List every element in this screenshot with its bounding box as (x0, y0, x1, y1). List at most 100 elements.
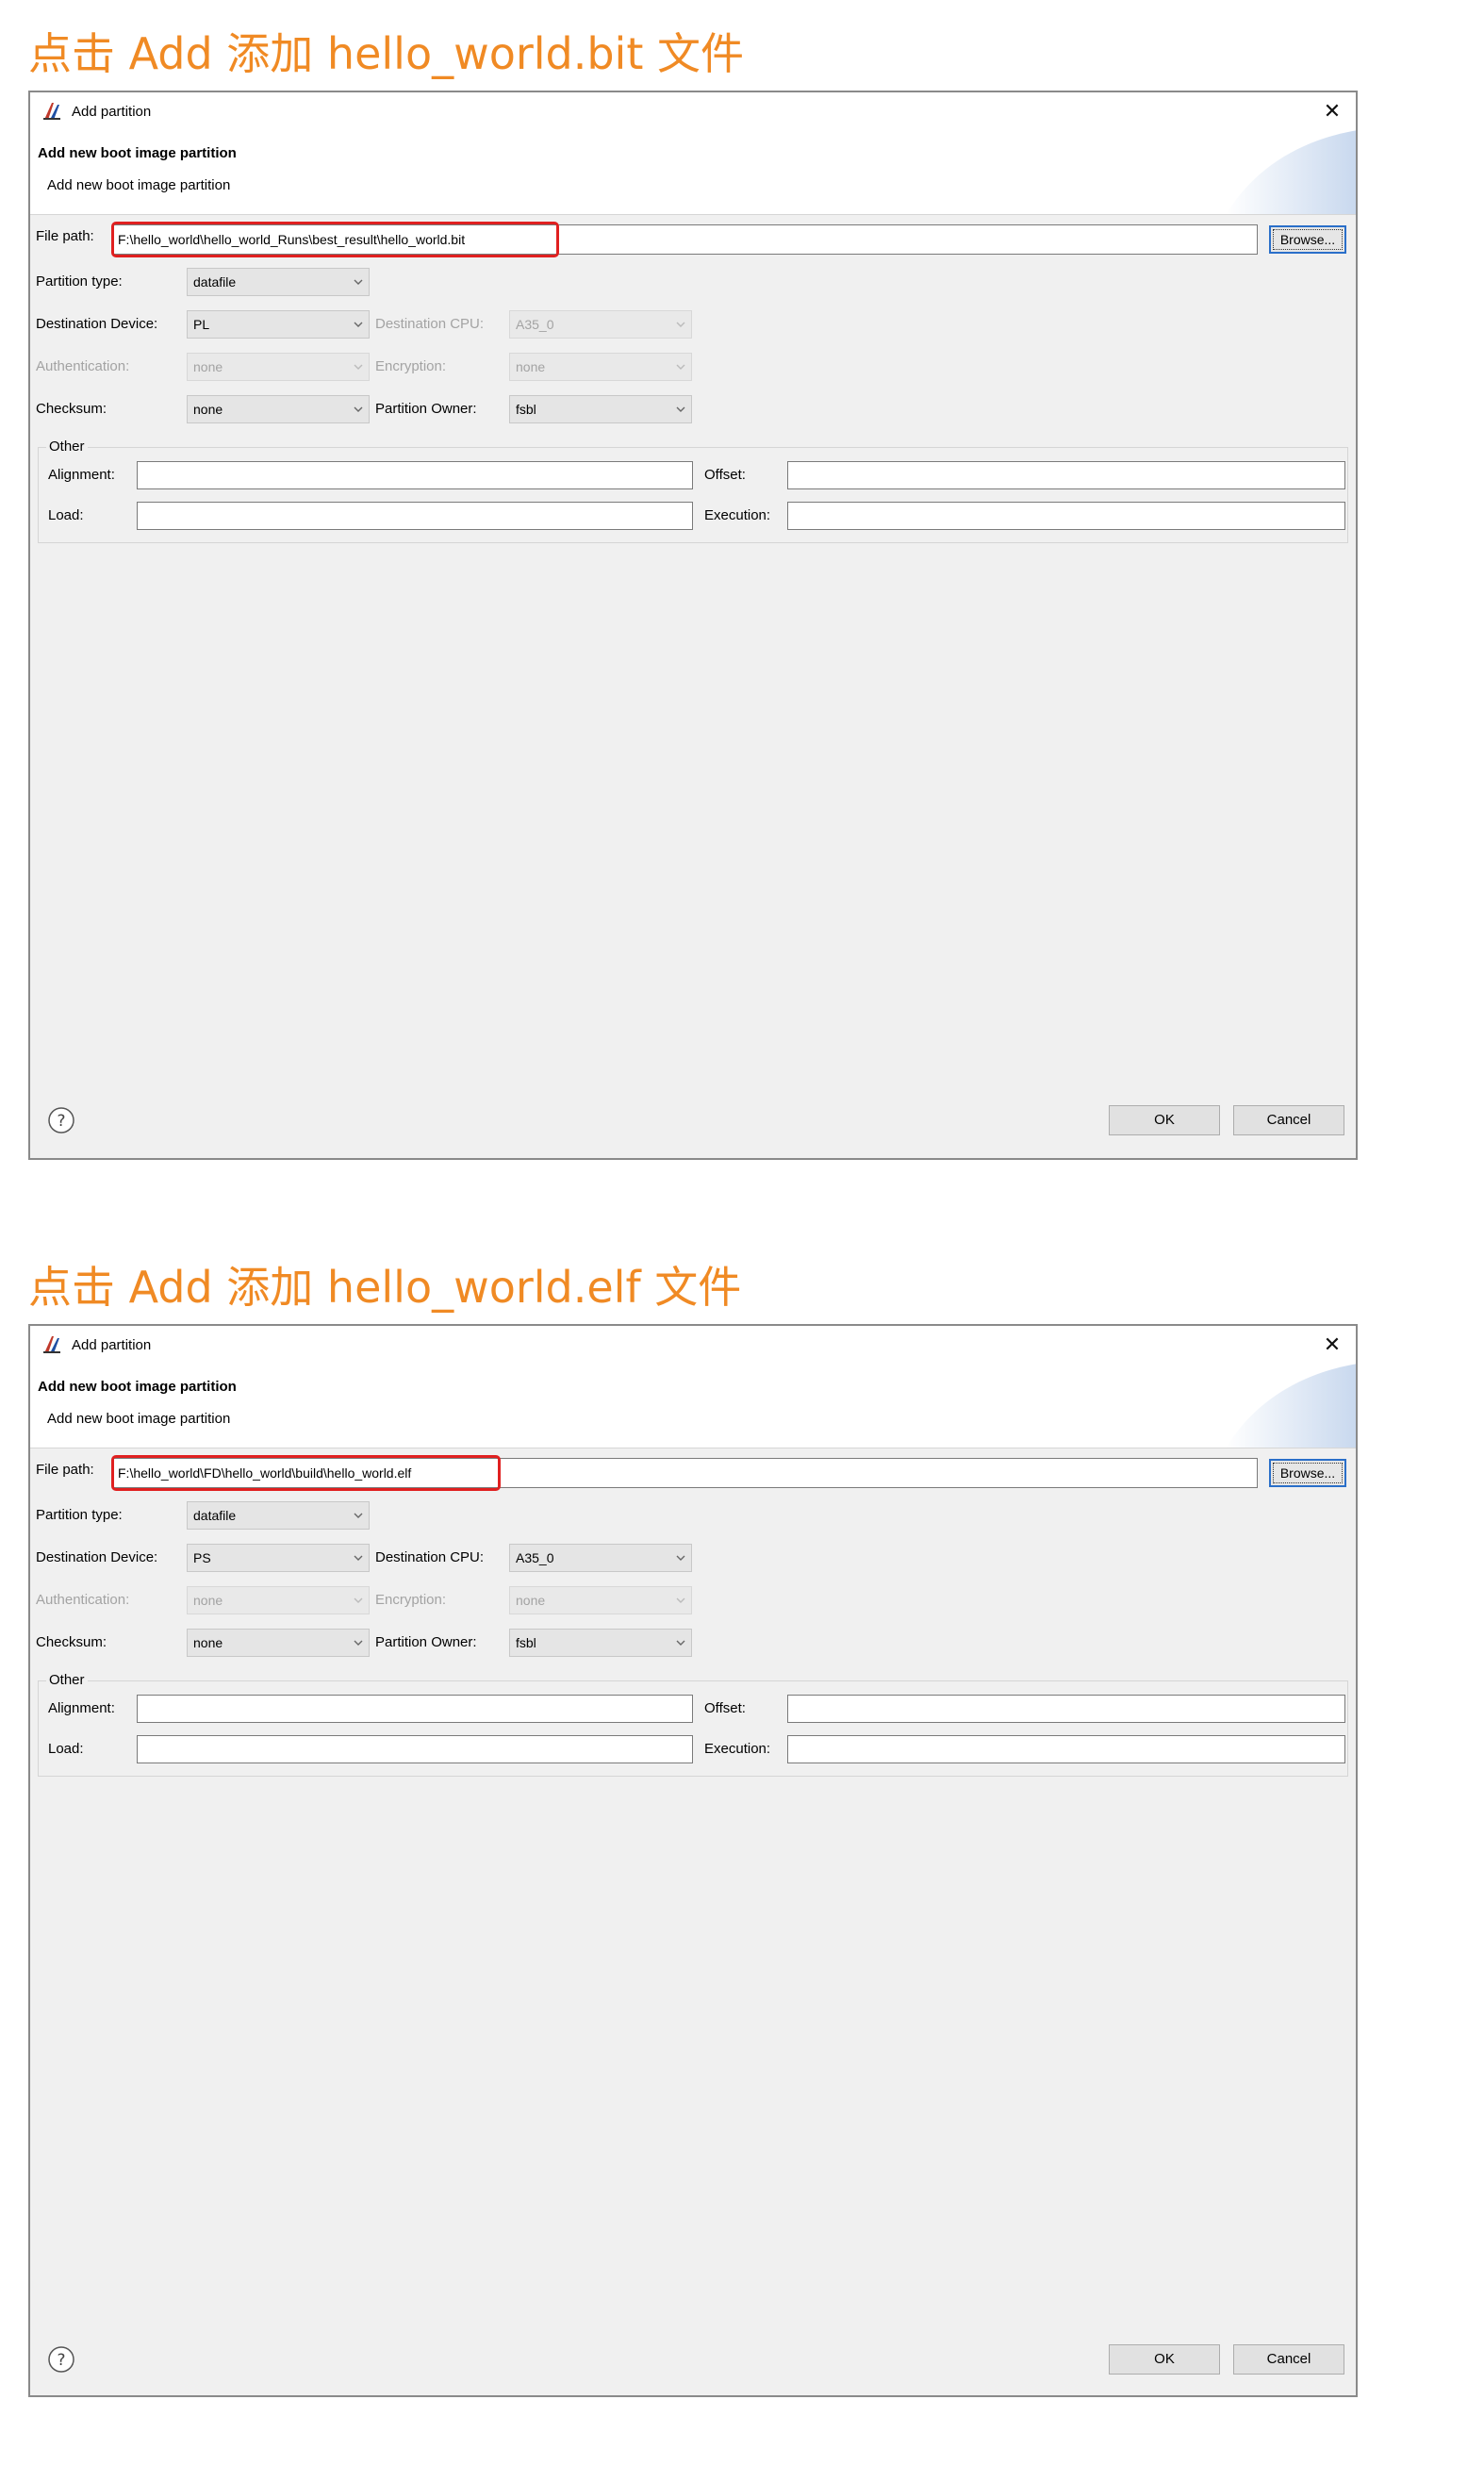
alignment-input[interactable] (137, 1695, 693, 1723)
partition-type-label: Partition type: (36, 273, 123, 290)
partition-type-select[interactable]: datafile (187, 268, 370, 296)
destination-cpu-label: Destination CPU: (375, 316, 485, 332)
partition-type-value: datafile (193, 1508, 237, 1523)
caption-elf: 点击 Add 添加 hello_world.elf 文件 (28, 1262, 742, 1313)
partition-type-label: Partition type: (36, 1507, 123, 1523)
destination-device-value: PS (193, 1550, 211, 1565)
header-description: Add new boot image partition (47, 177, 231, 193)
other-group: Other Alignment: Offset: Load: Execution… (38, 438, 1348, 543)
other-group-label: Other (46, 438, 88, 456)
chevron-down-icon (354, 1511, 363, 1520)
highlight-box (111, 222, 559, 257)
destination-cpu-value: A35_0 (516, 1550, 554, 1565)
alignment-input[interactable] (137, 461, 693, 489)
cancel-button[interactable]: Cancel (1233, 1105, 1344, 1135)
chevron-down-icon (676, 1638, 685, 1647)
cancel-button[interactable]: Cancel (1233, 2344, 1344, 2375)
destination-device-label: Destination Device: (36, 316, 158, 332)
partition-owner-select[interactable]: fsbl (509, 1629, 692, 1657)
authentication-label: Authentication: (36, 1592, 130, 1608)
browse-button[interactable]: Browse... (1269, 1459, 1346, 1487)
partition-owner-value: fsbl (516, 1635, 536, 1650)
chevron-down-icon (676, 1553, 685, 1563)
add-partition-dialog-bit: Add partition ✕ Add new boot image parti… (28, 91, 1358, 1160)
execution-label: Execution: (704, 507, 771, 523)
dialog-header: Add new boot image partition Add new boo… (30, 130, 1356, 215)
file-path-label: File path: (36, 228, 94, 244)
partition-owner-label: Partition Owner: (375, 401, 477, 417)
execution-input[interactable] (787, 502, 1345, 530)
authentication-label: Authentication: (36, 358, 130, 374)
caption-bit: 点击 Add 添加 hello_world.bit 文件 (28, 28, 744, 79)
encryption-value: none (516, 359, 546, 374)
chevron-down-icon (354, 1596, 363, 1605)
offset-input[interactable] (787, 461, 1345, 489)
partition-owner-select[interactable]: fsbl (509, 395, 692, 423)
destination-device-value: PL (193, 317, 210, 332)
chevron-down-icon (676, 1596, 685, 1605)
destination-cpu-label: Destination CPU: (375, 1549, 485, 1565)
load-input[interactable] (137, 1735, 693, 1763)
execution-input[interactable] (787, 1735, 1345, 1763)
other-group: Other Alignment: Offset: Load: Execution… (38, 1671, 1348, 1777)
partition-type-value: datafile (193, 274, 237, 290)
checksum-value: none (193, 402, 223, 417)
destination-cpu-select: A35_0 (509, 310, 692, 339)
svg-text:?: ? (57, 1112, 65, 1131)
checksum-select[interactable]: none (187, 395, 370, 423)
offset-input[interactable] (787, 1695, 1345, 1723)
dialog-title: Add partition (72, 103, 152, 120)
offset-label: Offset: (704, 467, 746, 483)
header-decoration (1226, 130, 1356, 214)
close-icon[interactable]: ✕ (1318, 1326, 1346, 1364)
header-title: Add new boot image partition (38, 145, 237, 161)
load-label: Load: (48, 507, 84, 523)
chevron-down-icon (676, 405, 685, 414)
encryption-value: none (516, 1593, 546, 1608)
offset-label: Offset: (704, 1700, 746, 1716)
chevron-down-icon (676, 320, 685, 329)
ok-button[interactable]: OK (1109, 2344, 1220, 2375)
encryption-label: Encryption: (375, 1592, 447, 1608)
dialog-title: Add partition (72, 1336, 152, 1353)
destination-device-label: Destination Device: (36, 1549, 158, 1565)
chevron-down-icon (354, 1638, 363, 1647)
close-icon[interactable]: ✕ (1318, 92, 1346, 130)
partition-type-select[interactable]: datafile (187, 1501, 370, 1530)
dialog-header: Add new boot image partition Add new boo… (30, 1364, 1356, 1448)
encryption-select: none (509, 1586, 692, 1614)
help-icon[interactable]: ? (47, 2345, 75, 2374)
alignment-label: Alignment: (48, 1700, 115, 1716)
highlight-box (111, 1455, 501, 1491)
header-description: Add new boot image partition (47, 1411, 231, 1427)
encryption-select: none (509, 353, 692, 381)
help-icon[interactable]: ? (47, 1106, 75, 1134)
encryption-label: Encryption: (375, 358, 447, 374)
other-group-label: Other (46, 1671, 88, 1690)
checksum-label: Checksum: (36, 401, 107, 417)
destination-device-select[interactable]: PL (187, 310, 370, 339)
ok-button[interactable]: OK (1109, 1105, 1220, 1135)
chevron-down-icon (354, 1553, 363, 1563)
app-logo-icon (41, 1334, 62, 1355)
checksum-label: Checksum: (36, 1634, 107, 1650)
checksum-value: none (193, 1635, 223, 1650)
chevron-down-icon (354, 320, 363, 329)
destination-device-select[interactable]: PS (187, 1544, 370, 1572)
chevron-down-icon (354, 362, 363, 372)
svg-text:?: ? (57, 2351, 65, 2370)
title-bar: Add partition ✕ (30, 1326, 1356, 1364)
destination-cpu-select[interactable]: A35_0 (509, 1544, 692, 1572)
load-input[interactable] (137, 502, 693, 530)
checksum-select[interactable]: none (187, 1629, 370, 1657)
partition-owner-value: fsbl (516, 402, 536, 417)
browse-button[interactable]: Browse... (1269, 225, 1346, 254)
authentication-select: none (187, 1586, 370, 1614)
execution-label: Execution: (704, 1741, 771, 1757)
destination-cpu-value: A35_0 (516, 317, 554, 332)
load-label: Load: (48, 1741, 84, 1757)
authentication-value: none (193, 359, 223, 374)
header-decoration (1226, 1364, 1356, 1448)
chevron-down-icon (676, 362, 685, 372)
chevron-down-icon (354, 405, 363, 414)
